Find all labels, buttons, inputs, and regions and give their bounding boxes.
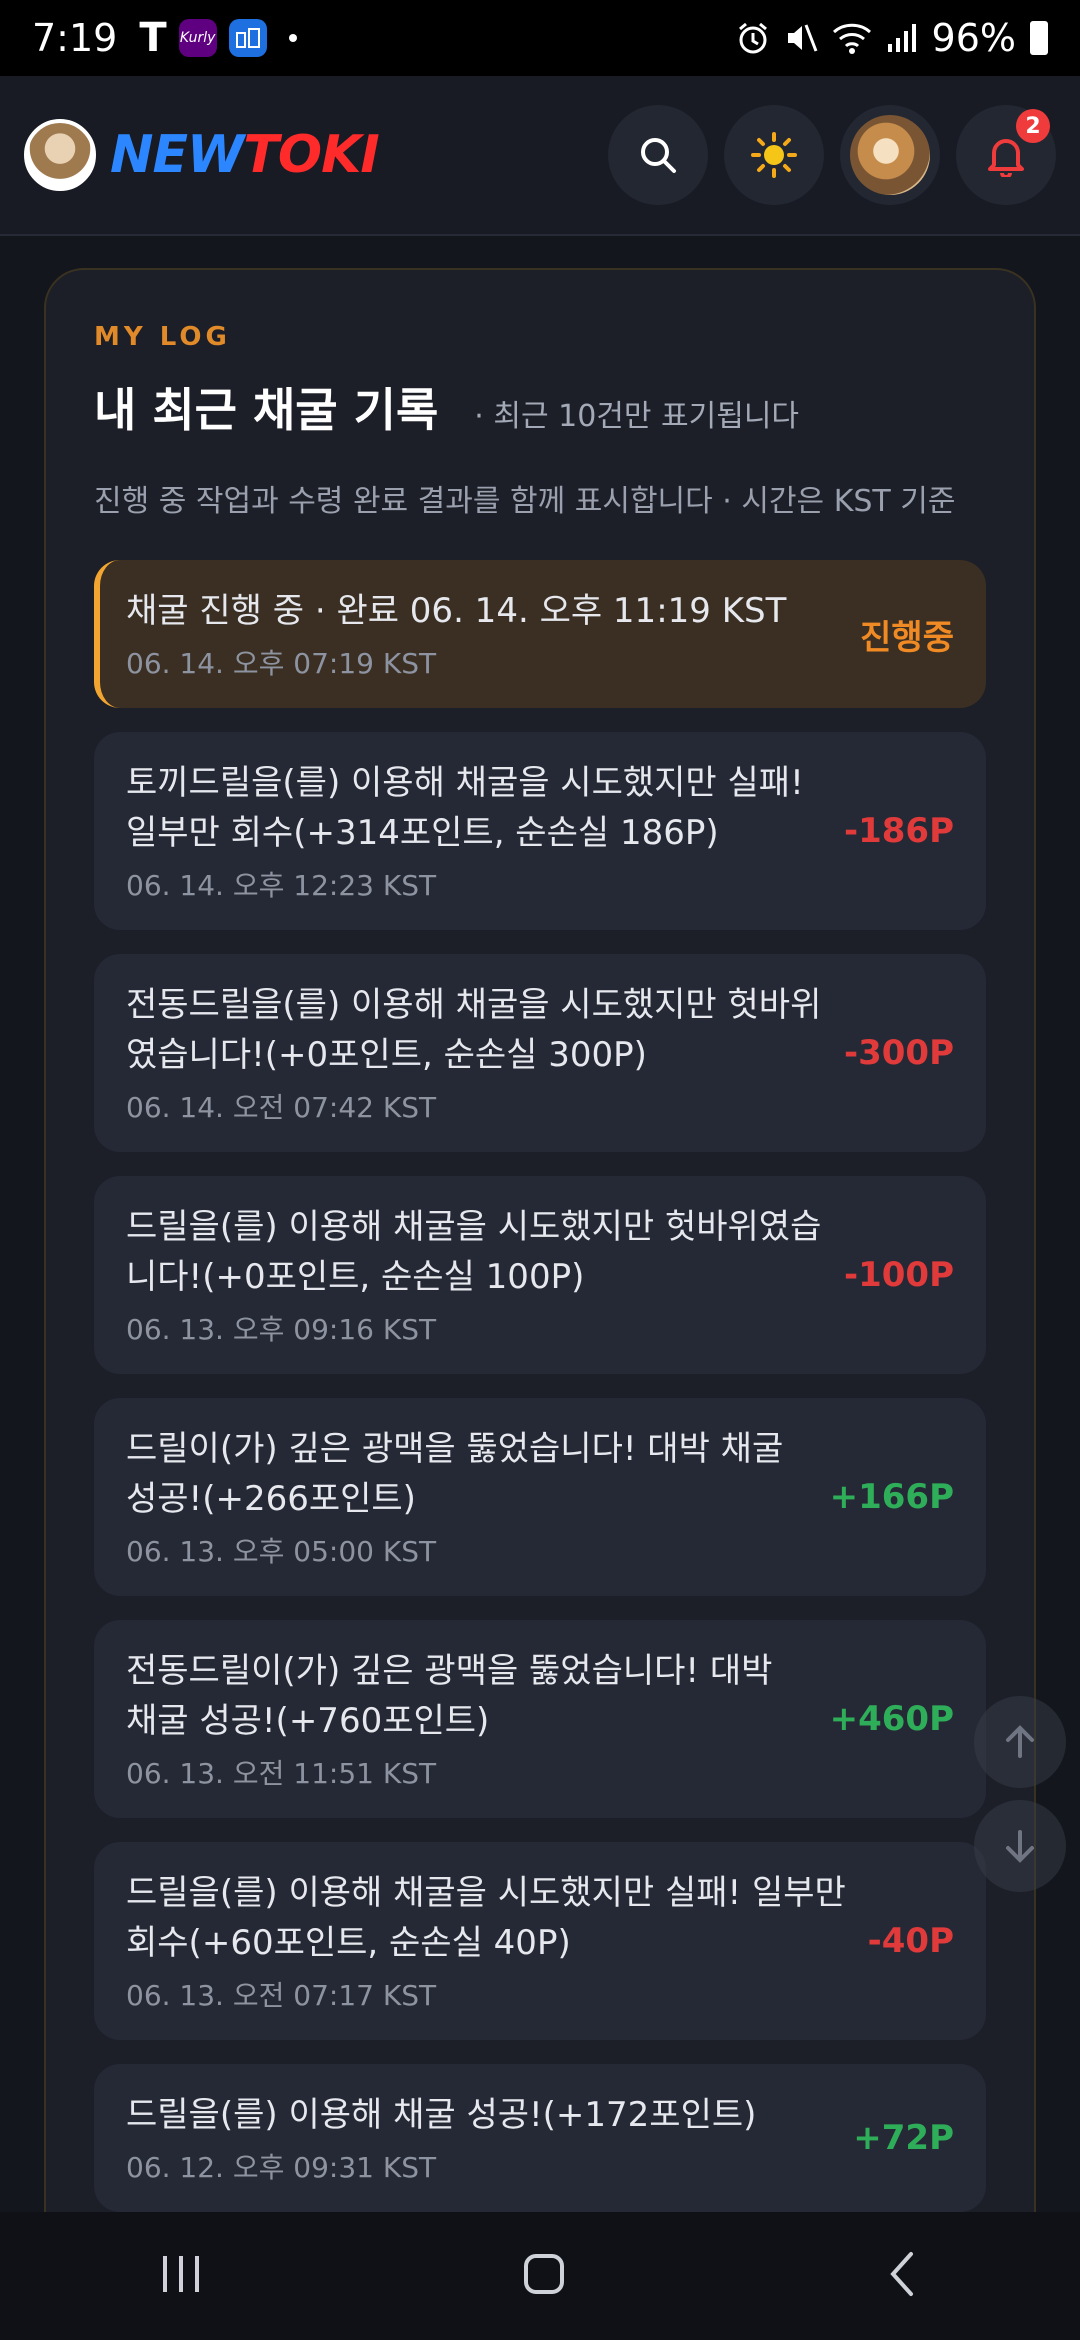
entry-amount: +166P (829, 1477, 954, 1517)
section-kicker: MY LOG (94, 322, 231, 352)
entry-message: 드릴을(를) 이용해 채굴을 시도했지만 실패! 일부만 회수(+60포인트, … (126, 1873, 846, 1963)
user-avatar (850, 115, 930, 195)
entry-amount: +72P (853, 2118, 954, 2158)
signal-icon (887, 24, 916, 52)
scroll-bottom-button[interactable] (974, 1800, 1066, 1892)
app-header: NEWTOKI 2 (0, 76, 1080, 236)
entry-text: 토끼드릴을(를) 이용해 채굴을 시도했지만 실패! 일부만 회수(+314포인… (126, 758, 824, 904)
header-actions: 2 (608, 105, 1056, 205)
logo-toki-text: TOKI (243, 125, 379, 185)
entry-time: 06. 13. 오전 07:17 KST (126, 1979, 437, 2012)
back-button[interactable] (883, 2250, 923, 2302)
log-entry: 드릴이(가) 깊은 광맥을 뚫었습니다! 대박 채굴 성공!(+266포인트) … (94, 1398, 986, 1596)
apartment-app-icon (228, 19, 267, 57)
entry-time: 06. 13. 오후 05:00 KST (126, 1535, 437, 1568)
home-button[interactable] (520, 2250, 568, 2302)
arrow-up-icon (1006, 1725, 1034, 1758)
status-bar: 7:19 T Kurly 96% (0, 0, 1080, 76)
entry-text: 채굴 진행 중 · 완료 06. 14. 오후 11:19 KST 06. 14… (126, 586, 840, 682)
site-logo[interactable]: NEWTOKI (110, 125, 380, 185)
log-entry: 드릴을(를) 이용해 채굴을 시도했지만 헛바위였습니다!(+0포인트, 순손실… (94, 1176, 986, 1374)
entry-text: 드릴을(를) 이용해 채굴을 시도했지만 헛바위였습니다!(+0포인트, 순손실… (126, 1202, 824, 1348)
title-note: · 최근 10건만 표기됩니다 (474, 399, 800, 434)
log-entry: 토끼드릴을(를) 이용해 채굴을 시도했지만 실패! 일부만 회수(+314포인… (94, 732, 986, 930)
log-entry: 드릴을(를) 이용해 채굴 성공!(+172포인트) 06. 12. 오후 09… (94, 2064, 986, 2212)
subtitle: 진행 중 작업과 수령 완료 결과를 함께 표시합니다 · 시간은 KST 기준 (94, 484, 956, 519)
entry-time: 06. 12. 오후 09:31 KST (126, 2151, 437, 2184)
logo-new-text: NEW (110, 125, 244, 185)
t-app-icon: T (139, 15, 167, 61)
entry-status: 진행중 (860, 617, 954, 658)
recent-apps-icon (163, 2256, 200, 2292)
entry-message: 토끼드릴을(를) 이용해 채굴을 시도했지만 실패! 일부만 회수(+314포인… (126, 763, 804, 853)
sun-icon (751, 132, 797, 178)
log-entry-in-progress: 채굴 진행 중 · 완료 06. 14. 오후 11:19 KST 06. 14… (94, 560, 986, 708)
entry-text: 드릴을(를) 이용해 채굴을 시도했지만 실패! 일부만 회수(+60포인트, … (126, 1868, 848, 2014)
entry-text: 드릴이(가) 깊은 광맥을 뚫었습니다! 대박 채굴 성공!(+266포인트) … (126, 1424, 810, 1570)
home-icon (523, 2254, 564, 2294)
entry-message: 드릴이(가) 깊은 광맥을 뚫었습니다! 대박 채굴 성공!(+266포인트) (126, 1429, 784, 1519)
status-right: 96% (736, 16, 1048, 60)
mining-log-card: MY LOG 내 최근 채굴 기록 · 최근 10건만 표기됩니다 진행 중 작… (44, 268, 1036, 2268)
entry-amount: -100P (843, 1255, 954, 1295)
search-button[interactable] (608, 105, 708, 205)
entry-time: 06. 14. 오후 12:23 KST (126, 869, 437, 902)
entry-time: 06. 14. 오후 07:19 KST (126, 647, 437, 680)
bell-icon (988, 139, 1024, 177)
entry-text: 드릴을(를) 이용해 채굴 성공!(+172포인트) 06. 12. 오후 09… (126, 2090, 833, 2186)
log-entry: 전동드릴을(를) 이용해 채굴을 시도했지만 헛바위였습니다!(+0포인트, 순… (94, 954, 986, 1152)
arrow-down-icon (1006, 1830, 1034, 1863)
entry-message: 전동드릴을(를) 이용해 채굴을 시도했지만 헛바위였습니다!(+0포인트, 순… (126, 985, 822, 1075)
battery-icon (1030, 21, 1048, 55)
entry-message: 채굴 진행 중 · 완료 06. 14. 오후 11:19 KST (126, 591, 787, 631)
mute-icon (787, 24, 817, 52)
notification-badge: 2 (1016, 109, 1050, 143)
entry-text: 전동드릴을(를) 이용해 채굴을 시도했지만 헛바위였습니다!(+0포인트, 순… (126, 980, 824, 1126)
notifications-button[interactable]: 2 (956, 105, 1056, 205)
entry-message: 드릴을(를) 이용해 채굴 성공!(+172포인트) (126, 2095, 757, 2135)
log-entries: 채굴 진행 중 · 완료 06. 14. 오후 11:19 KST 06. 14… (94, 560, 986, 2212)
status-app-icons: T Kurly (139, 15, 297, 61)
alarm-icon (738, 22, 767, 54)
kurly-app-icon: Kurly (178, 19, 217, 57)
battery-percent: 96% (931, 16, 1016, 60)
log-entry: 드릴을(를) 이용해 채굴을 시도했지만 실패! 일부만 회수(+60포인트, … (94, 1842, 986, 2040)
entry-amount: -186P (843, 811, 954, 851)
user-avatar-button[interactable] (840, 105, 940, 205)
log-entry: 전동드릴이(가) 깊은 광맥을 뚫었습니다! 대박 채굴 성공!(+760포인트… (94, 1620, 986, 1818)
scroll-top-button[interactable] (974, 1696, 1066, 1788)
entry-time: 06. 13. 오후 09:16 KST (126, 1313, 437, 1346)
wifi-icon (832, 23, 871, 54)
page-title: 내 최근 채굴 기록 (94, 383, 439, 437)
entry-amount: -300P (843, 1033, 954, 1073)
entry-time: 06. 14. 오전 07:42 KST (126, 1091, 437, 1124)
entry-amount: +460P (829, 1699, 954, 1739)
entry-time: 06. 13. 오전 11:51 KST (126, 1757, 437, 1790)
site-logo-avatar[interactable] (24, 119, 96, 191)
entry-message: 전동드릴이(가) 깊은 광맥을 뚫었습니다! 대박 채굴 성공!(+760포인트… (126, 1651, 773, 1741)
title-row: 내 최근 채굴 기록 · 최근 10건만 표기됩니다 (94, 374, 986, 440)
recent-apps-button[interactable] (157, 2252, 205, 2300)
search-icon (641, 138, 676, 173)
entry-text: 전동드릴이(가) 깊은 광맥을 뚫었습니다! 대박 채굴 성공!(+760포인트… (126, 1646, 810, 1792)
entry-message: 드릴을(를) 이용해 채굴을 시도했지만 헛바위였습니다!(+0포인트, 순손실… (126, 1207, 822, 1297)
notification-dot-icon (288, 34, 297, 42)
theme-toggle-button[interactable] (724, 105, 824, 205)
status-time: 7:19 (32, 16, 118, 60)
back-icon (889, 2252, 913, 2296)
entry-amount: -40P (867, 1921, 954, 1961)
system-nav-bar (0, 2212, 1080, 2340)
